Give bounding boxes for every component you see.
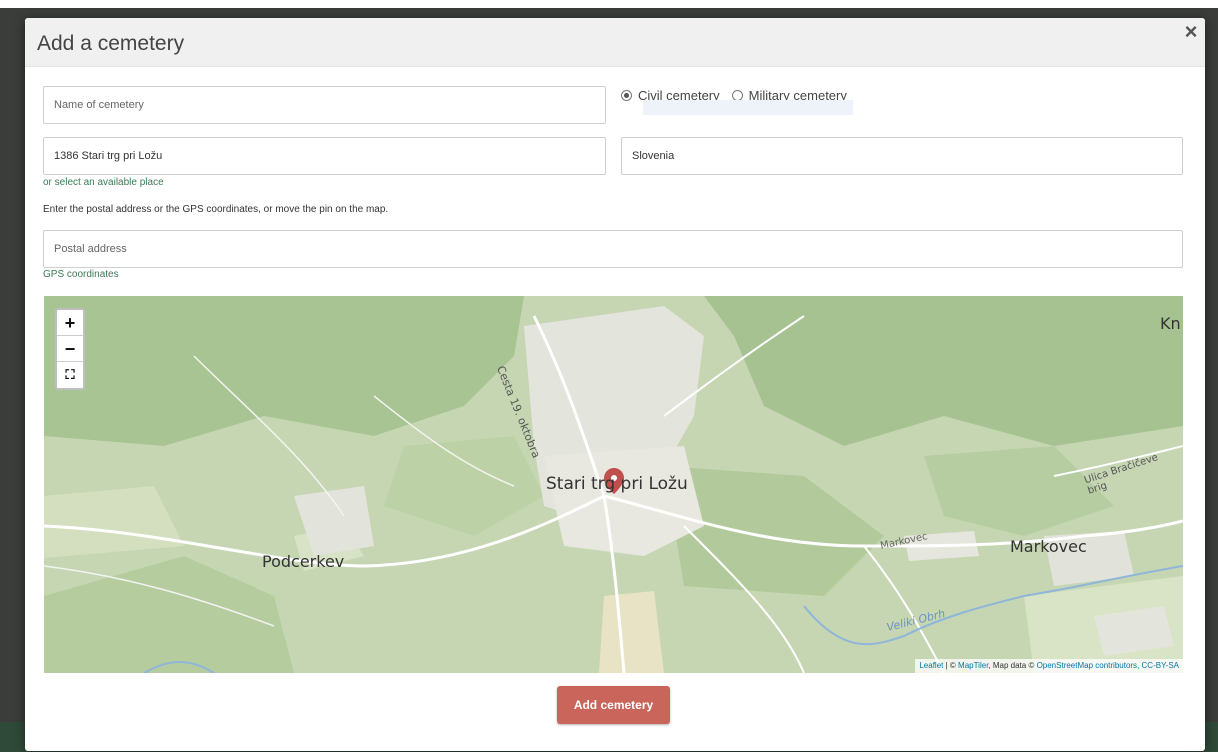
- leaflet-link[interactable]: Leaflet: [919, 661, 943, 670]
- country-input[interactable]: [621, 137, 1183, 175]
- civil-cemetery-radio[interactable]: [621, 89, 632, 101]
- license-link[interactable]: , CC-BY-SA: [1137, 661, 1179, 670]
- map-label-podcerkev: Podcerkev: [262, 552, 345, 571]
- attribution-sep: | ©: [943, 661, 959, 670]
- cemetery-name-input[interactable]: [43, 86, 606, 124]
- map-label-town: Stari trg pri Ložu: [546, 474, 688, 494]
- military-cemetery-radio[interactable]: [731, 89, 743, 101]
- zoom-in-button[interactable]: +: [57, 310, 83, 336]
- gps-coordinates-link[interactable]: GPS coordinates: [43, 269, 119, 280]
- osm-link[interactable]: OpenStreetMap contributors: [1037, 661, 1138, 670]
- modal-header: Add a cemetery ×: [25, 18, 1205, 67]
- maptiler-link[interactable]: MapTiler: [958, 661, 988, 670]
- help-text: Enter the postal address or the GPS coor…: [43, 204, 389, 215]
- zoom-out-button[interactable]: −: [57, 336, 83, 362]
- close-button[interactable]: ×: [1180, 21, 1202, 43]
- attribution-data-text: , Map data ©: [988, 661, 1037, 670]
- postal-address-input[interactable]: [43, 230, 1183, 268]
- map-label-kn: Kn: [1160, 314, 1181, 333]
- page-overlay-right: [1206, 8, 1218, 722]
- faded-overlay-hint: [643, 100, 853, 115]
- map-attribution: Leaflet | © MapTiler, Map data © OpenStr…: [915, 659, 1183, 673]
- zoom-control: + − ⛶: [55, 308, 85, 390]
- place-input[interactable]: [43, 137, 606, 175]
- page-top-strip: [0, 0, 1218, 8]
- add-cemetery-modal: Add a cemetery × Civil cemetery Military…: [25, 18, 1205, 751]
- map[interactable]: + − ⛶ Stari trg pri Ložu Podcerkev Marko…: [44, 296, 1183, 673]
- map-label-markovec: Markovec: [1010, 537, 1087, 556]
- add-cemetery-button[interactable]: Add cemetery: [557, 686, 670, 724]
- fullscreen-icon[interactable]: ⛶: [57, 362, 83, 388]
- select-place-link[interactable]: or select an available place: [43, 177, 164, 188]
- modal-title: Add a cemetery: [37, 32, 185, 55]
